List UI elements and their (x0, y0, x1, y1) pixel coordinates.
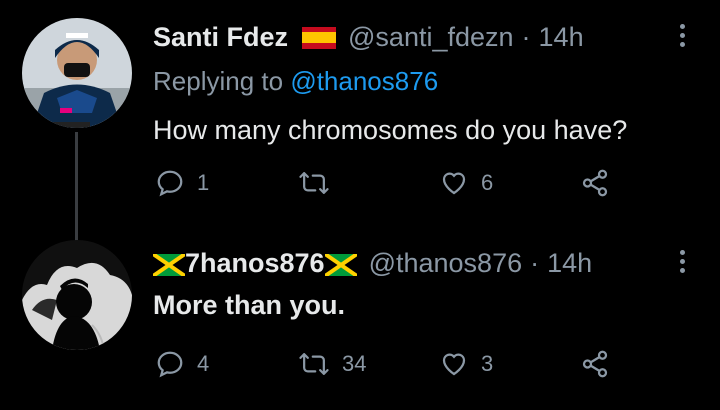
separator-dot: · (530, 248, 540, 278)
user-handle[interactable]: @thanos876 (369, 248, 523, 279)
separator-dot: · (521, 22, 531, 52)
more-options-icon[interactable] (680, 250, 686, 277)
retweet-icon (299, 172, 329, 194)
replying-to-label: Replying to (153, 66, 284, 96)
more-options-icon[interactable] (680, 24, 686, 51)
jamaica-flag-icon (153, 253, 185, 276)
display-name[interactable]: 7hanos876 (153, 248, 357, 279)
tweet-header: Santi Fdez @santi_fdezn · 14h (153, 22, 584, 53)
action-bar: 4 34 3 (155, 347, 625, 381)
reply-icon (157, 170, 183, 197)
spain-flag-icon (302, 26, 337, 49)
display-name[interactable]: Santi Fdez (153, 22, 288, 53)
avatar[interactable] (22, 18, 132, 128)
retweet-icon (299, 353, 329, 375)
tweet-text: How many chromosomes do you have? (153, 115, 628, 145)
tweet-card[interactable]: Santi Fdez @santi_fdezn · 14h Replying t… (0, 0, 720, 244)
user-handle[interactable]: @santi_fdezn (348, 22, 514, 53)
reply-count: 4 (197, 351, 210, 376)
reply-count: 1 (197, 170, 210, 195)
like-count: 3 (481, 351, 494, 376)
heart-icon (442, 353, 466, 376)
tweet-header: 7hanos876 @thanos876 · 14h (153, 248, 592, 279)
share-icon (582, 169, 608, 197)
thread-line (75, 132, 78, 244)
share-button[interactable] (580, 347, 610, 381)
share-button[interactable] (580, 166, 610, 200)
replying-to-line: Replying to @thanos876 (153, 66, 438, 97)
jamaica-flag-icon (324, 253, 357, 276)
heart-icon (442, 172, 466, 195)
retweet-count: 34 (342, 351, 367, 376)
share-icon (582, 350, 608, 378)
avatar[interactable] (22, 240, 132, 350)
reply-button[interactable]: 4 (155, 347, 209, 381)
reply-button[interactable]: 1 (155, 166, 209, 200)
like-button[interactable]: 3 (439, 347, 493, 381)
retweet-button[interactable]: 34 (298, 347, 366, 381)
like-count: 6 (481, 170, 494, 195)
action-bar: 1 6 (155, 166, 625, 200)
tweet-text: More than you. (153, 290, 346, 320)
reply-icon (157, 351, 183, 378)
display-name-text: 7hanos876 (185, 248, 325, 278)
replying-to-link[interactable]: @thanos876 (290, 66, 438, 96)
retweet-button[interactable] (298, 166, 342, 200)
timestamp[interactable]: 14h (539, 22, 584, 53)
tweet-card[interactable]: 7hanos876 @thanos876 · 14h More than you… (0, 230, 720, 410)
like-button[interactable]: 6 (439, 166, 493, 200)
timestamp[interactable]: 14h (547, 248, 592, 279)
